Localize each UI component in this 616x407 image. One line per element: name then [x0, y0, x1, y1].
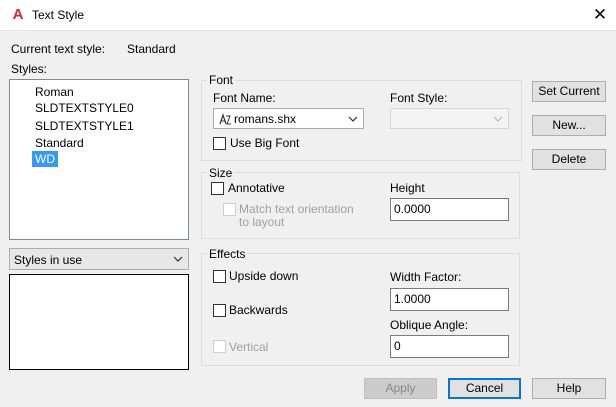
preview-box [9, 274, 189, 370]
new-button[interactable]: New... [532, 115, 606, 136]
annotative-checkbox[interactable] [211, 182, 224, 195]
height-input[interactable]: 0.0000 [390, 198, 509, 221]
list-item[interactable]: SLDTEXTSTYLE1 [32, 118, 137, 134]
font-name-value: romans.shx [234, 112, 297, 126]
oblique-angle-input[interactable]: 0 [390, 335, 509, 358]
apply-button[interactable]: Apply [364, 378, 437, 399]
styles-filter-select[interactable]: Styles in use [9, 248, 189, 270]
upside-down-checkbox[interactable] [213, 270, 226, 283]
font-style-select[interactable] [390, 108, 509, 129]
delete-button[interactable]: Delete [532, 149, 606, 170]
chevron-down-icon [173, 256, 183, 262]
backwards-label: Backwards [229, 303, 288, 317]
height-label: Height [390, 181, 425, 195]
font-name-select[interactable]: romans.shx [213, 108, 364, 129]
list-item[interactable]: Standard [32, 135, 87, 151]
effects-group-label: Effects [207, 247, 248, 261]
chevron-down-icon [493, 116, 503, 122]
oblique-angle-label: Oblique Angle: [390, 318, 469, 332]
styles-filter-value: Styles in use [14, 253, 83, 267]
autocad-logo-icon: A [12, 6, 24, 23]
vertical-label: Vertical [229, 340, 269, 354]
title-bar [0, 0, 616, 31]
cancel-button[interactable]: Cancel [448, 378, 521, 399]
chevron-down-icon [348, 116, 358, 122]
list-item[interactable]: SLDTEXTSTYLE0 [32, 100, 137, 116]
font-group-label: Font [207, 73, 236, 87]
list-item[interactable]: Roman [32, 84, 77, 100]
close-icon[interactable]: ✕ [590, 5, 610, 25]
window-title: Text Style [32, 8, 85, 22]
width-factor-label: Width Factor: [390, 270, 462, 284]
styles-label: Styles: [11, 62, 48, 76]
vertical-checkbox[interactable] [213, 340, 226, 353]
use-big-font-label: Use Big Font [230, 136, 300, 150]
shx-font-icon [219, 113, 231, 125]
current-style-label: Current text style: [11, 42, 106, 56]
match-orientation-label-line1: Match text orientation [239, 202, 354, 216]
backwards-checkbox[interactable] [213, 304, 226, 317]
width-factor-input[interactable]: 1.0000 [390, 288, 509, 311]
current-style-value: Standard [127, 42, 176, 56]
styles-listbox[interactable]: Roman SLDTEXTSTYLE0 SLDTEXTSTYLE1 Standa… [9, 79, 189, 240]
upside-down-label: Upside down [229, 269, 299, 283]
list-item-selected[interactable]: WD [32, 151, 58, 167]
set-current-button[interactable]: Set Current [532, 81, 606, 102]
help-button[interactable]: Help [532, 378, 606, 399]
match-orientation-checkbox[interactable] [223, 203, 236, 216]
annotative-label: Annotative [228, 181, 285, 195]
font-style-label: Font Style: [390, 91, 448, 105]
font-name-label: Font Name: [213, 91, 276, 105]
match-orientation-label-line2: to layout [239, 215, 285, 229]
size-group-label: Size [207, 166, 235, 180]
use-big-font-checkbox[interactable] [213, 137, 226, 150]
